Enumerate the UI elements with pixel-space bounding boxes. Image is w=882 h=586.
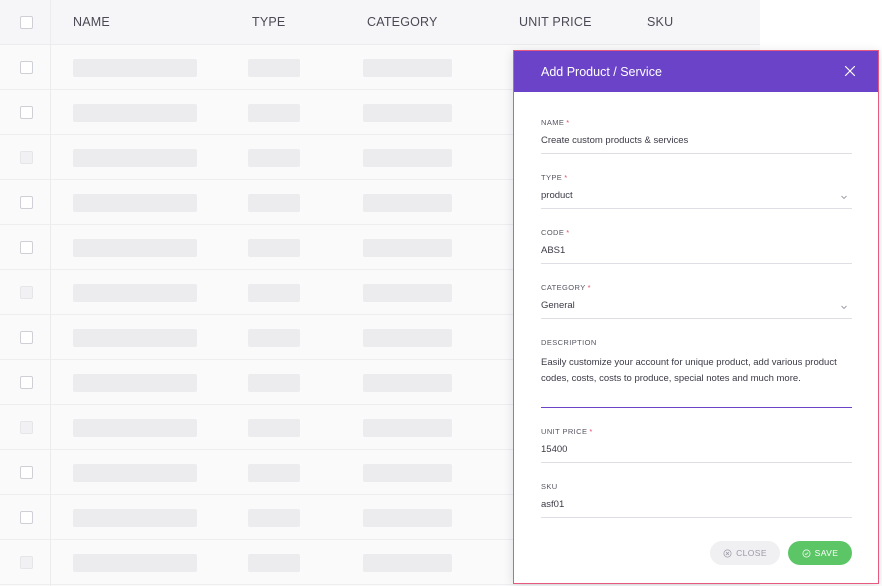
description-textarea[interactable]: Easily customize your account for unique… <box>541 355 852 387</box>
column-header-type[interactable]: TYPE <box>252 15 285 29</box>
loading-placeholder <box>73 239 197 257</box>
loading-placeholder <box>363 509 452 527</box>
loading-placeholder <box>248 509 300 527</box>
save-button[interactable]: SAVE <box>788 541 852 565</box>
type-label: TYPE * <box>541 173 568 182</box>
loading-placeholder <box>73 464 197 482</box>
row-checkbox[interactable] <box>20 466 33 479</box>
sku-field[interactable]: SKU asf01 <box>541 482 852 518</box>
loading-placeholder <box>363 239 452 257</box>
row-checkbox[interactable] <box>20 421 33 434</box>
row-checkbox[interactable] <box>20 241 33 254</box>
sku-label: SKU <box>541 482 558 491</box>
loading-placeholder <box>73 149 197 167</box>
column-header-name[interactable]: NAME <box>73 15 110 29</box>
field-underline <box>541 517 852 518</box>
loading-placeholder <box>363 374 452 392</box>
loading-placeholder <box>73 329 197 347</box>
loading-placeholder <box>73 284 197 302</box>
close-button-label: CLOSE <box>736 548 767 558</box>
chevron-down-icon[interactable] <box>840 193 848 201</box>
loading-placeholder <box>248 59 300 77</box>
description-field[interactable]: DESCRIPTION Easily customize your accoun… <box>541 338 852 408</box>
category-label: CATEGORY * <box>541 283 591 292</box>
select-all-checkbox[interactable] <box>20 16 33 29</box>
row-checkbox[interactable] <box>20 61 33 74</box>
loading-placeholder <box>248 104 300 122</box>
loading-placeholder <box>248 239 300 257</box>
type-field[interactable]: TYPE * product <box>541 173 852 209</box>
loading-placeholder <box>248 194 300 212</box>
table-header: NAME TYPE CATEGORY UNIT PRICE SKU <box>0 0 760 45</box>
field-underline <box>541 263 852 264</box>
column-header-sku[interactable]: SKU <box>647 15 673 29</box>
add-product-modal: Add Product / Service NAME * Create custo… <box>513 50 879 584</box>
row-checkbox[interactable] <box>20 511 33 524</box>
column-header-unit-price[interactable]: UNIT PRICE <box>519 15 592 29</box>
row-checkbox[interactable] <box>20 556 33 569</box>
loading-placeholder <box>248 284 300 302</box>
unit-price-label: UNIT PRICE * <box>541 427 593 436</box>
loading-placeholder <box>73 374 197 392</box>
close-icon[interactable] <box>840 61 860 81</box>
name-input[interactable]: Create custom products & services <box>541 135 852 146</box>
field-underline <box>541 462 852 463</box>
loading-placeholder <box>363 194 452 212</box>
field-underline <box>541 318 852 319</box>
loading-placeholder <box>73 104 197 122</box>
field-underline-active <box>541 407 852 408</box>
name-field[interactable]: NAME * Create custom products & services <box>541 118 852 154</box>
loading-placeholder <box>248 464 300 482</box>
loading-placeholder <box>73 554 197 572</box>
row-checkbox[interactable] <box>20 286 33 299</box>
code-input[interactable]: ABS1 <box>541 245 852 256</box>
loading-placeholder <box>73 59 197 77</box>
loading-placeholder <box>363 104 452 122</box>
type-select[interactable]: product <box>541 190 852 201</box>
sku-input[interactable]: asf01 <box>541 499 852 510</box>
chevron-down-icon[interactable] <box>840 303 848 311</box>
loading-placeholder <box>363 464 452 482</box>
unit-price-input[interactable]: 15400 <box>541 444 852 455</box>
save-button-label: SAVE <box>814 548 839 558</box>
field-underline <box>541 153 852 154</box>
loading-placeholder <box>363 284 452 302</box>
circle-x-icon <box>723 549 732 558</box>
name-label: NAME * <box>541 118 570 127</box>
code-label: CODE * <box>541 228 570 237</box>
description-label: DESCRIPTION <box>541 338 597 347</box>
column-header-category[interactable]: CATEGORY <box>367 15 438 29</box>
loading-placeholder <box>248 329 300 347</box>
row-checkbox[interactable] <box>20 376 33 389</box>
close-button[interactable]: CLOSE <box>710 541 780 565</box>
category-select[interactable]: General <box>541 300 852 311</box>
unit-price-field[interactable]: UNIT PRICE * 15400 <box>541 427 852 463</box>
loading-placeholder <box>363 59 452 77</box>
loading-placeholder <box>248 419 300 437</box>
field-underline <box>541 208 852 209</box>
circle-check-icon <box>802 549 811 558</box>
loading-placeholder <box>248 554 300 572</box>
loading-placeholder <box>73 509 197 527</box>
row-checkbox[interactable] <box>20 331 33 344</box>
loading-placeholder <box>248 149 300 167</box>
loading-placeholder <box>363 329 452 347</box>
loading-placeholder <box>248 374 300 392</box>
category-field[interactable]: CATEGORY * General <box>541 283 852 319</box>
row-checkbox[interactable] <box>20 196 33 209</box>
loading-placeholder <box>73 419 197 437</box>
code-field[interactable]: CODE * ABS1 <box>541 228 852 264</box>
loading-placeholder <box>363 419 452 437</box>
loading-placeholder <box>363 149 452 167</box>
row-checkbox[interactable] <box>20 106 33 119</box>
modal-title: Add Product / Service <box>541 65 662 79</box>
loading-placeholder <box>363 554 452 572</box>
modal-header: Add Product / Service <box>514 51 878 92</box>
loading-placeholder <box>73 194 197 212</box>
row-checkbox[interactable] <box>20 151 33 164</box>
